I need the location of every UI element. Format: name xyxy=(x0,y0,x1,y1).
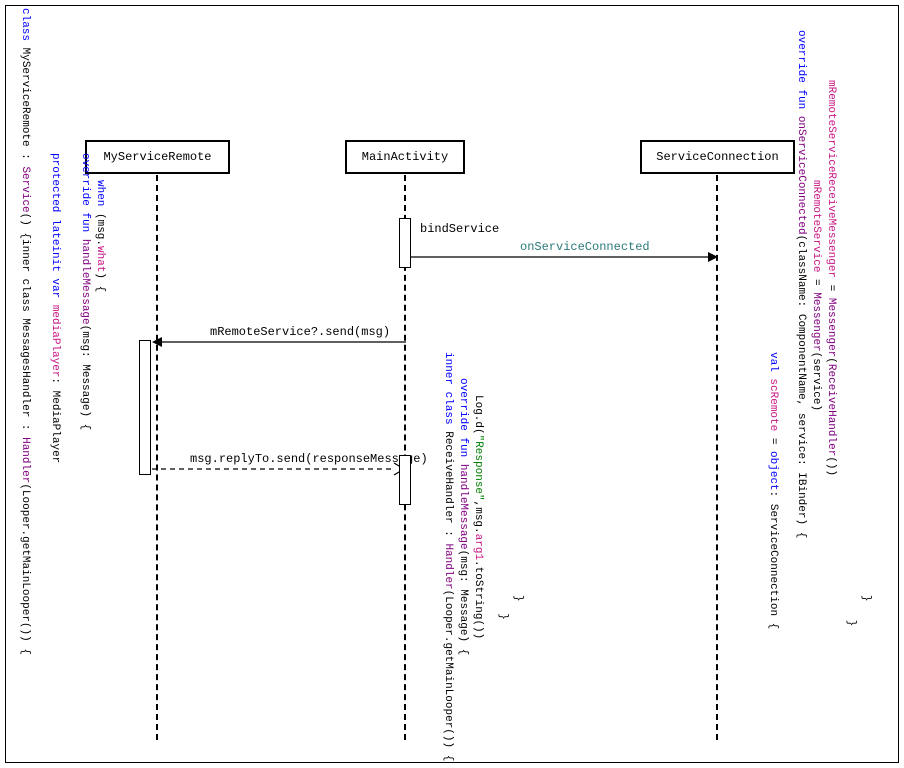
code-close1-mid: } xyxy=(495,600,510,620)
sequence-diagram: MyServiceRemote MainActivity ServiceConn… xyxy=(0,0,904,768)
activation-myserviceremote xyxy=(139,340,151,475)
lifeline-myserviceremote xyxy=(156,175,158,740)
participant-label: MyServiceRemote xyxy=(103,150,211,164)
code-handlemessage-act: override fun handleMessage(msg: Message)… xyxy=(455,378,470,655)
code-onserviceconnected: override fun onServiceConnected(classNam… xyxy=(793,30,808,538)
participant-serviceconnection: ServiceConnection xyxy=(640,140,795,174)
code-logd: Log.d("Response",msg.arg1.toString()) xyxy=(470,395,485,639)
participant-mainactivity: MainActivity xyxy=(345,140,465,174)
message-bindservice-label: bindService xyxy=(420,222,499,236)
message-reply-label: msg.replyTo.send(responseMessage) xyxy=(190,452,428,466)
participant-label: ServiceConnection xyxy=(656,150,778,164)
code-when: when (msg.what) { xyxy=(92,180,107,292)
code-receivehandler: inner class ReceiveHandler : Handler(Loo… xyxy=(440,352,455,761)
message-send-label: mRemoteService?.send(msg) xyxy=(210,325,390,339)
code-close2-mid: } xyxy=(510,595,525,602)
code-mremotereceive-assign: mRemoteServiceReceiveMessenger = Messeng… xyxy=(823,80,838,476)
message-onserviceconnected-label: onServiceConnected xyxy=(520,240,650,254)
activation-mainactivity-receive xyxy=(399,455,411,505)
code-myserviceremote: class MyServiceRemote : Service() {inner… xyxy=(17,8,32,655)
code-mediaplayer: protected lateinit var mediaPlayer: Medi… xyxy=(47,153,62,463)
code-mremoteservice-assign: mRemoteService = Messenger(service) xyxy=(808,180,823,411)
participant-myserviceremote: MyServiceRemote xyxy=(85,140,230,174)
participant-label: MainActivity xyxy=(362,150,448,164)
code-close2-right: } xyxy=(858,595,873,602)
code-scremote: val scRemote = object: ServiceConnection… xyxy=(765,352,780,629)
code-handlemessage-svc: override fun handleMessage(msg: Message)… xyxy=(77,153,92,430)
code-close1-right: } xyxy=(843,600,858,626)
